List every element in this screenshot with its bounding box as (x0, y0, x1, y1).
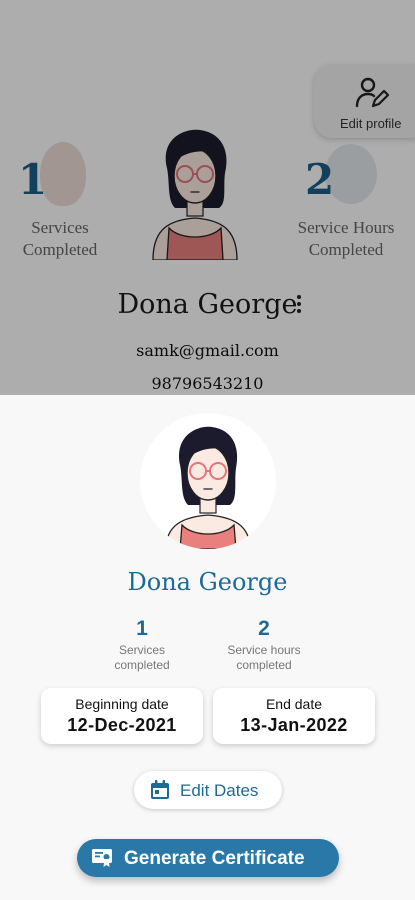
certificate-icon (92, 849, 112, 867)
sheet-avatar (140, 413, 276, 549)
hours-label: Service hours completed (227, 643, 301, 672)
calendar-icon (151, 780, 169, 799)
edit-dates-button[interactable]: Edit Dates (134, 771, 282, 809)
beginning-date-label: Beginning date (75, 696, 169, 712)
certificate-bottom-sheet: Dona George 1 Services completed 2 Servi… (0, 395, 415, 900)
modal-scrim[interactable] (0, 0, 415, 395)
sheet-name: Dona George (127, 568, 288, 596)
services-completed-stat: 1 Services completed (102, 617, 182, 673)
generate-certificate-button[interactable]: Generate Certificate (77, 839, 339, 877)
service-hours-stat: 2 Service hours completed (218, 617, 310, 673)
generate-certificate-label: Generate Certificate (124, 848, 305, 869)
end-date-card[interactable]: End date 13-Jan-2022 (213, 688, 375, 744)
services-count: 1 (136, 617, 148, 640)
edit-dates-label: Edit Dates (180, 781, 259, 800)
hours-count: 2 (258, 617, 270, 640)
beginning-date-value: 12-Dec-2021 (67, 715, 177, 735)
avatar-illustration (165, 426, 251, 549)
end-date-value: 13-Jan-2022 (240, 715, 348, 735)
services-label: Services completed (114, 643, 170, 672)
beginning-date-card[interactable]: Beginning date 12-Dec-2021 (41, 688, 203, 744)
end-date-label: End date (265, 696, 323, 712)
